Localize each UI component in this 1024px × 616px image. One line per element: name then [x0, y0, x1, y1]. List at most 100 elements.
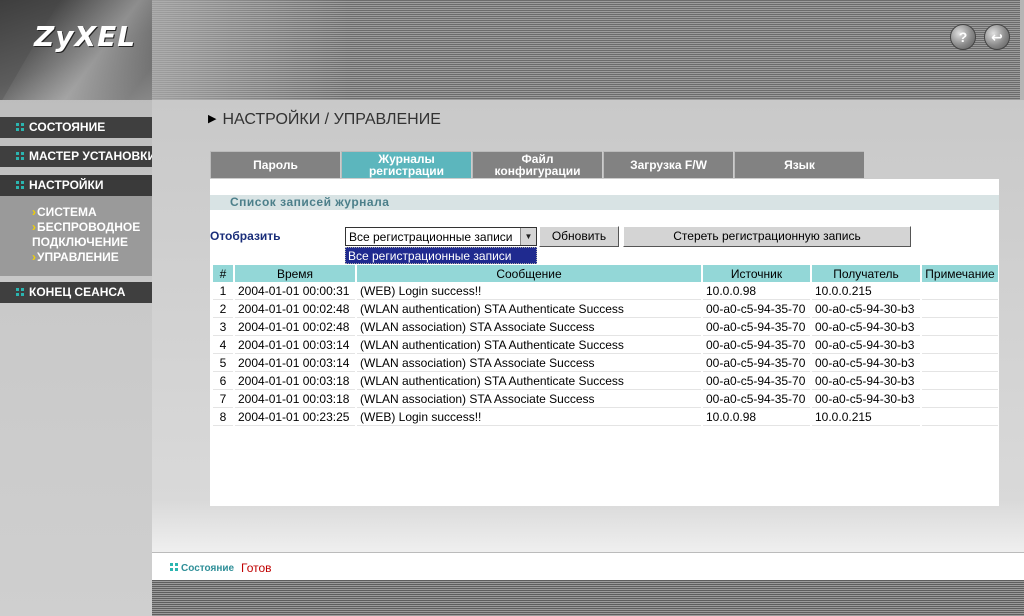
cell-note — [922, 409, 998, 426]
cell-note — [922, 373, 998, 390]
cell-source: 00-a0-c5-94-35-70 — [703, 373, 810, 390]
cell-time: 2004-01-01 00:02:48 — [235, 319, 355, 336]
cell-destination: 10.0.0.215 — [812, 409, 920, 426]
exit-icon[interactable]: ↩ — [984, 24, 1010, 50]
cell-source: 00-a0-c5-94-35-70 — [703, 355, 810, 372]
cell-message: (WEB) Login success!! — [357, 283, 701, 300]
cell-number: 7 — [213, 391, 233, 408]
cell-number: 4 — [213, 337, 233, 354]
bullet-arrow-icon: ▶ — [208, 113, 217, 125]
refresh-button[interactable]: Обновить — [539, 226, 619, 247]
cell-message: (WLAN association) STA Associate Success — [357, 355, 701, 372]
table-row: 6 2004-01-01 00:03:18 (WLAN authenticati… — [213, 373, 998, 390]
table-row: 8 2004-01-01 00:23:25 (WEB) Login succes… — [213, 409, 998, 426]
col-header-source: Источник — [703, 265, 810, 282]
submenu-item-wireless[interactable]: ›БЕСПРОВОДНОЕ — [32, 220, 140, 235]
cell-time: 2004-01-01 00:03:14 — [235, 337, 355, 354]
page-title: ▶ НАСТРОЙКИ / УПРАВЛЕНИЕ — [208, 111, 441, 129]
sidebar-item-label: СОСТОЯНИЕ — [29, 120, 106, 134]
grid-icon — [170, 563, 178, 571]
log-filter-select[interactable]: Все регистрационные записи ▼ — [345, 227, 537, 246]
cell-time: 2004-01-01 00:23:25 — [235, 409, 355, 426]
header-fade — [152, 0, 352, 100]
cell-message: (WLAN association) STA Associate Success — [357, 391, 701, 408]
tab-language[interactable]: Язык — [734, 151, 864, 178]
cell-number: 6 — [213, 373, 233, 390]
sidebar-item-settings[interactable]: НАСТРОЙКИ — [0, 175, 152, 196]
table-row: 7 2004-01-01 00:03:18 (WLAN association)… — [213, 391, 998, 408]
tab-firmware-upload[interactable]: Загрузка F/W — [603, 151, 733, 178]
arrow-right-icon: › — [32, 205, 36, 219]
cell-note — [922, 283, 998, 300]
cell-time: 2004-01-01 00:03:18 — [235, 391, 355, 408]
cell-destination: 00-a0-c5-94-30-b3 — [812, 373, 920, 390]
cell-time: 2004-01-01 00:03:14 — [235, 355, 355, 372]
submenu-item-system[interactable]: ›СИСТЕМА — [32, 205, 97, 220]
sidebar-item-label: КОНЕЦ СЕАНСА — [29, 285, 126, 299]
sidebar-item-logout[interactable]: КОНЕЦ СЕАНСА — [0, 282, 152, 303]
grid-icon — [16, 123, 24, 131]
cell-message: (WLAN authentication) STA Authenticate S… — [357, 301, 701, 318]
col-header-destination: Получатель — [812, 265, 920, 282]
cell-source: 10.0.0.98 — [703, 409, 810, 426]
grid-icon — [16, 288, 24, 296]
table-row: 2 2004-01-01 00:02:48 (WLAN authenticati… — [213, 301, 998, 318]
tab-label-line2: регистрации — [368, 164, 445, 178]
status-label-text: Состояние — [181, 563, 235, 574]
cell-destination: 00-a0-c5-94-30-b3 — [812, 355, 920, 372]
submenu-item-label: УПРАВЛЕНИЕ — [37, 250, 119, 264]
clear-log-button[interactable]: Стереть регистрационную запись — [623, 226, 911, 247]
help-icon[interactable]: ? — [950, 24, 976, 50]
cell-note — [922, 355, 998, 372]
cell-destination: 00-a0-c5-94-30-b3 — [812, 319, 920, 336]
dropdown-option-all[interactable]: Все регистрационные записи — [345, 247, 537, 264]
section-title: Список записей журнала — [210, 195, 999, 210]
log-filter-value: Все регистрационные записи — [349, 230, 513, 244]
tab-password[interactable]: Пароль — [210, 151, 340, 178]
cell-message: (WLAN association) STA Associate Success — [357, 319, 701, 336]
filter-label: Отобразить — [210, 229, 281, 243]
tab-logs[interactable]: Журналы регистрации — [341, 151, 471, 178]
table-row: 5 2004-01-01 00:03:14 (WLAN association)… — [213, 355, 998, 372]
sidebar-item-setup-wizard[interactable]: МАСТЕР УСТАНОВКИ — [0, 146, 152, 167]
cell-source: 00-a0-c5-94-35-70 — [703, 319, 810, 336]
sidebar-item-status[interactable]: СОСТОЯНИЕ — [0, 117, 152, 138]
cell-destination: 00-a0-c5-94-30-b3 — [812, 391, 920, 408]
grid-icon — [16, 152, 24, 160]
page-title-text: НАСТРОЙКИ / УПРАВЛЕНИЕ — [222, 111, 441, 128]
tab-config-file[interactable]: Файл конфигурации — [472, 151, 602, 178]
col-header-number: # — [213, 265, 233, 282]
cell-message: (WLAN authentication) STA Authenticate S… — [357, 373, 701, 390]
submenu-item-wireless-connection[interactable]: ПОДКЛЮЧЕНИЕ — [32, 235, 128, 250]
cell-message: (WLAN authentication) STA Authenticate S… — [357, 337, 701, 354]
table-header-row: # Время Сообщение Источник Получатель Пр… — [213, 265, 998, 282]
log-table: # Время Сообщение Источник Получатель Пр… — [211, 264, 1000, 427]
chevron-down-icon[interactable]: ▼ — [520, 228, 536, 245]
footer-stripes — [152, 580, 1024, 616]
cell-number: 5 — [213, 355, 233, 372]
col-header-time: Время — [235, 265, 355, 282]
cell-number: 2 — [213, 301, 233, 318]
cell-source: 00-a0-c5-94-35-70 — [703, 391, 810, 408]
tab-label: Пароль — [253, 158, 298, 172]
submenu-item-management[interactable]: ›УПРАВЛЕНИЕ — [32, 250, 119, 265]
cell-source: 00-a0-c5-94-35-70 — [703, 337, 810, 354]
status-bar — [152, 552, 1024, 581]
submenu-item-label: ПОДКЛЮЧЕНИЕ — [32, 235, 129, 249]
cell-source: 00-a0-c5-94-35-70 — [703, 301, 810, 318]
cell-note — [922, 319, 998, 336]
cell-message: (WEB) Login success!! — [357, 409, 701, 426]
cell-time: 2004-01-01 00:02:48 — [235, 301, 355, 318]
table-row: 4 2004-01-01 00:03:14 (WLAN authenticati… — [213, 337, 998, 354]
status-label: Состояние — [170, 563, 234, 574]
sidebar-item-label: НАСТРОЙКИ — [29, 178, 104, 192]
cell-destination: 10.0.0.215 — [812, 283, 920, 300]
tab-label-line2: конфигурации — [494, 164, 581, 178]
cell-number: 3 — [213, 319, 233, 336]
submenu-item-label: БЕСПРОВОДНОЕ — [37, 220, 141, 234]
cell-time: 2004-01-01 00:03:18 — [235, 373, 355, 390]
cell-note — [922, 337, 998, 354]
tab-label: Загрузка F/W — [630, 158, 707, 172]
col-header-note: Примечание — [922, 265, 998, 282]
submenu-item-label: СИСТЕМА — [37, 205, 97, 219]
